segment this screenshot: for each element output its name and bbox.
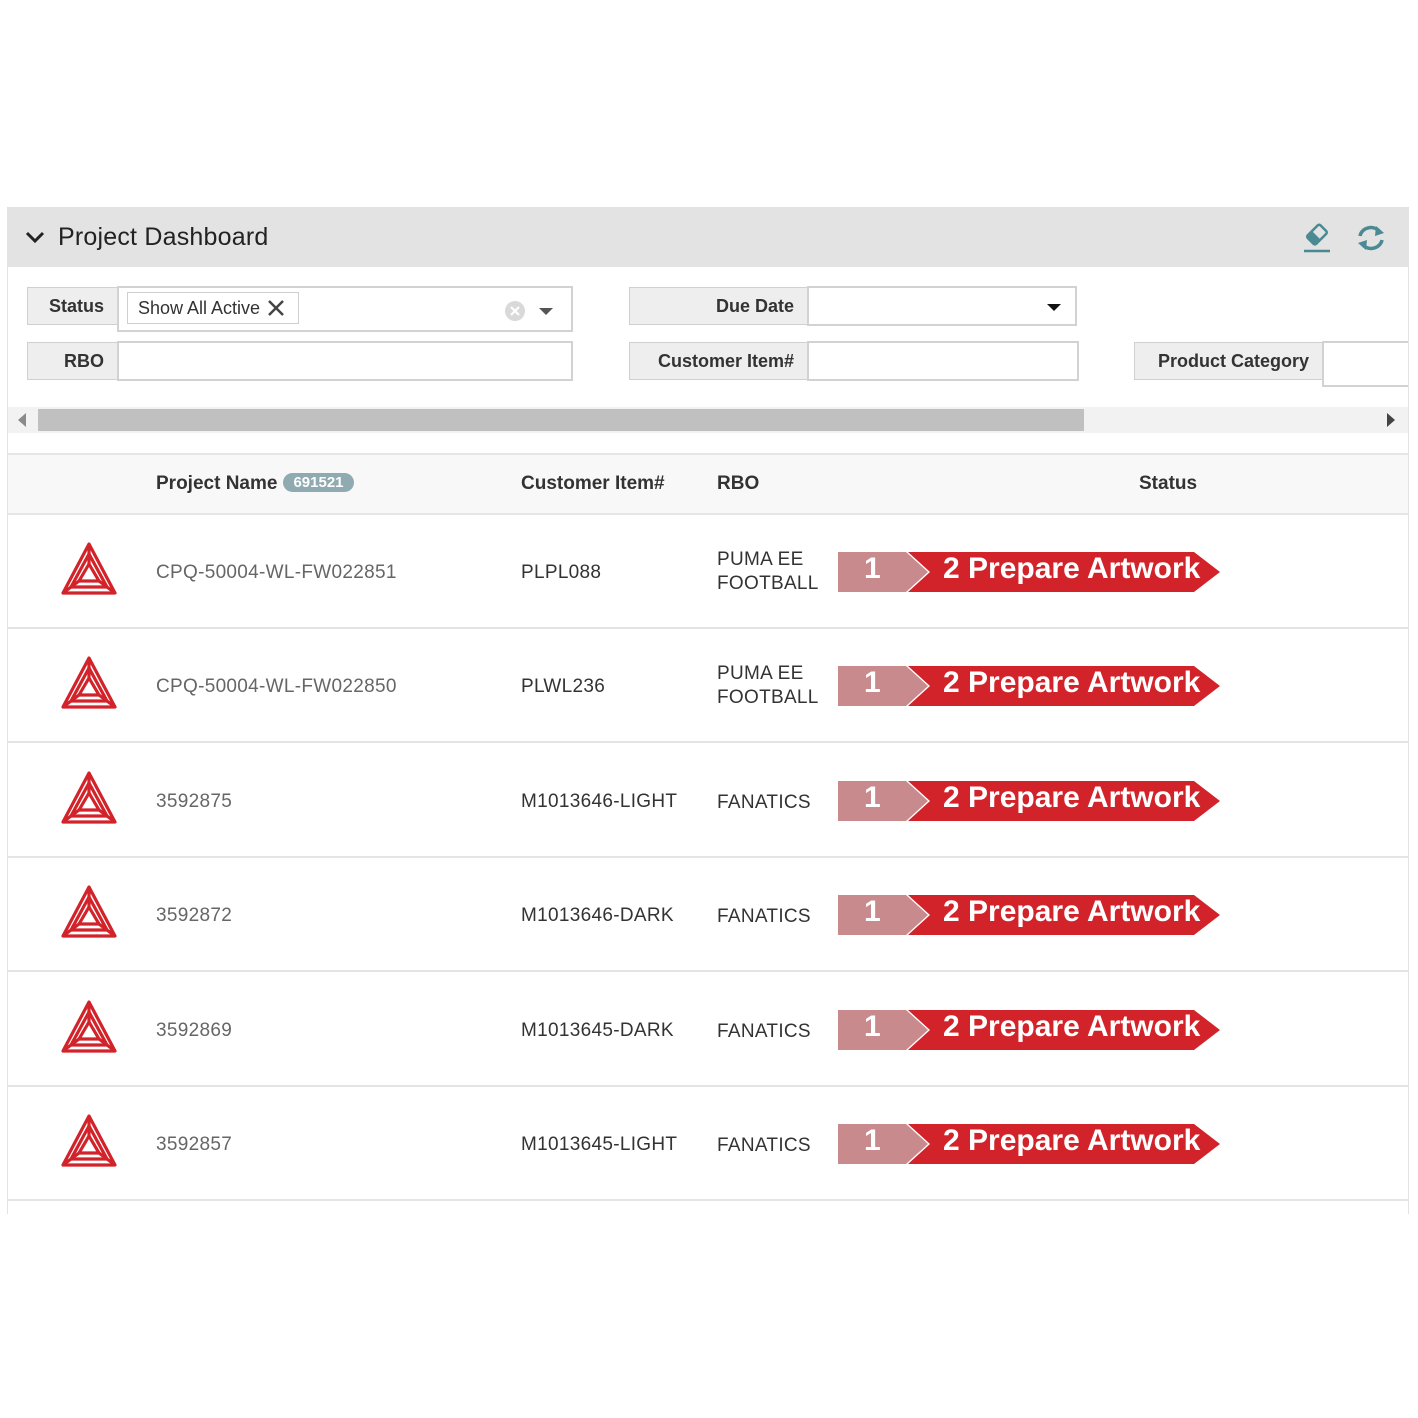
rbo-line-1: FANATICS [717, 906, 811, 928]
rbo-line-1: FANATICS [717, 791, 811, 813]
rbo-line-2: FOOTBALL [717, 573, 819, 594]
avery-logo-icon [61, 656, 117, 709]
avery-logo-icon [61, 999, 117, 1053]
panel-title: Project Dashboard [58, 223, 269, 251]
table-row[interactable]: CPQ-50004-WL-FW022851 PLPL088 PUMA EE FO… [8, 515, 1408, 629]
step-1-label: 1 [864, 552, 881, 585]
project-name-link[interactable]: 3592875 [156, 791, 232, 813]
project-name-link[interactable]: CPQ-50004-WL-FW022850 [156, 676, 397, 698]
project-count-badge: 691521 [283, 473, 354, 492]
rbo-value: FANATICS [717, 905, 811, 929]
project-name-link[interactable]: 3592857 [156, 1134, 232, 1156]
step-done-shape [838, 552, 928, 592]
product-category-filter-input[interactable] [1322, 341, 1408, 387]
step-1-label: 1 [864, 666, 881, 700]
column-header-rbo[interactable]: RBO [717, 473, 759, 495]
customer-item-value: PLPL088 [521, 562, 602, 583]
table-row[interactable]: 3592872 M1013646-DARK FANATICS 1 2 Prepa… [8, 858, 1408, 973]
rbo-value: FANATICS [717, 1134, 811, 1158]
avery-logo-icon [61, 542, 117, 595]
step-2-label: 2 Prepare Artwork [943, 1124, 1201, 1157]
rbo-value: PUMA EE FOOTBALL [717, 662, 819, 710]
customer-item-value: M1013645-DARK [521, 1019, 674, 1041]
status-progress[interactable]: 1 2 Prepare Artwork [838, 893, 1222, 937]
step-done-shape [838, 666, 928, 707]
status-filter-tag: Show All Active [127, 292, 300, 324]
customer-item-filter-label: Customer Item# [629, 342, 809, 380]
step-1-label: 1 [864, 895, 881, 929]
refresh-icon[interactable] [1354, 221, 1388, 255]
clear-circle-icon[interactable] [504, 300, 526, 322]
project-name-header-label: Project Name [156, 473, 278, 494]
status-progress[interactable]: 1 2 Prepare Artwork [838, 550, 1222, 594]
rbo-line-1: FANATICS [717, 1020, 811, 1042]
due-date-label: Due Date [629, 287, 809, 325]
avery-logo-icon [61, 1114, 117, 1167]
scrollbar-thumb[interactable] [38, 409, 1084, 431]
table-row[interactable]: CPQ-50004-WL-FW022850 PLWL236 PUMA EE FO… [8, 629, 1408, 744]
caret-down-icon[interactable] [1047, 304, 1061, 312]
rbo-value: FANATICS [717, 1020, 811, 1044]
status-progress[interactable]: 1 2 Prepare Artwork [838, 664, 1222, 708]
avery-logo-icon [61, 885, 117, 938]
due-date-select[interactable] [807, 286, 1077, 326]
chevron-down-icon[interactable] [24, 227, 46, 249]
step-done-shape [838, 780, 928, 821]
horizontal-scrollbar[interactable] [8, 407, 1408, 433]
status-progress[interactable]: 1 2 Prepare Artwork [838, 779, 1222, 823]
step-2-label: 2 Prepare Artwork [943, 1009, 1201, 1043]
customer-item-value: M1013646-LIGHT [521, 790, 678, 812]
customer-item-value: PLWL236 [521, 676, 606, 698]
panel-header: Project Dashboard [8, 207, 1408, 267]
step-1-label: 1 [864, 1009, 881, 1043]
eraser-icon[interactable] [1300, 221, 1334, 255]
rbo-value: FANATICS [717, 791, 811, 815]
status-filter-label: Status [27, 287, 119, 325]
project-name-link[interactable]: 3592869 [156, 1020, 232, 1042]
column-header-project-name[interactable]: Project Name 691521 [156, 473, 354, 495]
rbo-filter-input[interactable] [117, 341, 573, 381]
step-1-label: 1 [864, 780, 881, 814]
customer-item-value: M1013646-DARK [521, 905, 674, 927]
rbo-filter-label: RBO [27, 342, 119, 380]
rbo-line-2: FOOTBALL [717, 687, 819, 709]
customer-item-filter-input[interactable] [807, 341, 1079, 381]
status-tag-label: Show All Active [138, 297, 261, 318]
product-category-filter-label: Product Category [1134, 342, 1324, 380]
project-name-link[interactable]: 3592872 [156, 905, 232, 927]
project-dashboard-panel: Project Dashboard Status Show All Active [7, 207, 1409, 1214]
status-progress[interactable]: 1 2 Prepare Artwork [838, 1122, 1222, 1166]
rbo-line-1: PUMA EE [717, 549, 804, 570]
project-name-link[interactable]: CPQ-50004-WL-FW022851 [156, 562, 397, 584]
step-done-shape [838, 1009, 928, 1050]
column-header-status[interactable]: Status [1139, 473, 1197, 495]
table-row[interactable]: 3592875 M1013646-LIGHT FANATICS 1 2 Prep… [8, 743, 1408, 858]
rbo-line-1: PUMA EE [717, 663, 804, 685]
scroll-right-icon[interactable] [1387, 413, 1395, 427]
scroll-left-icon[interactable] [18, 413, 26, 427]
rbo-line-1: FANATICS [717, 1135, 811, 1156]
step-2-label: 2 Prepare Artwork [943, 780, 1201, 814]
table-header: Project Name 691521 Customer Item# RBO St… [8, 453, 1408, 515]
step-2-label: 2 Prepare Artwork [943, 552, 1201, 585]
remove-tag-icon[interactable] [266, 298, 286, 318]
step-2-label: 2 Prepare Artwork [943, 895, 1201, 929]
table-row[interactable]: 3592869 M1013645-DARK FANATICS 1 2 Prepa… [8, 972, 1408, 1087]
step-1-label: 1 [864, 1124, 881, 1157]
avery-logo-icon [61, 771, 117, 824]
table-row[interactable]: 3592857 M1013645-LIGHT FANATICS 1 2 Prep… [8, 1087, 1408, 1201]
step-done-shape [838, 1124, 928, 1164]
step-2-label: 2 Prepare Artwork [943, 666, 1201, 700]
status-progress[interactable]: 1 2 Prepare Artwork [838, 1008, 1222, 1052]
customer-item-value: M1013645-LIGHT [521, 1134, 678, 1155]
caret-down-icon[interactable] [539, 308, 553, 316]
status-filter-input[interactable]: Show All Active [117, 286, 573, 332]
step-done-shape [838, 895, 928, 936]
rbo-value: PUMA EE FOOTBALL [717, 548, 819, 596]
column-header-customer-item[interactable]: Customer Item# [521, 473, 665, 495]
